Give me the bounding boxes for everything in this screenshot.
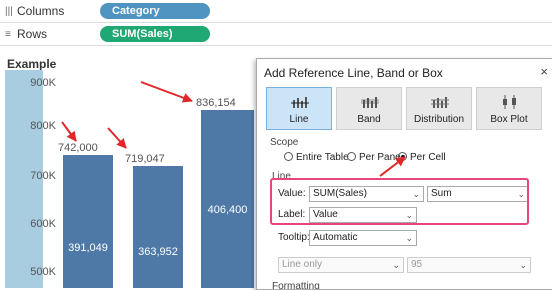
highlight-arrow (379, 156, 406, 177)
arrow (379, 156, 406, 177)
